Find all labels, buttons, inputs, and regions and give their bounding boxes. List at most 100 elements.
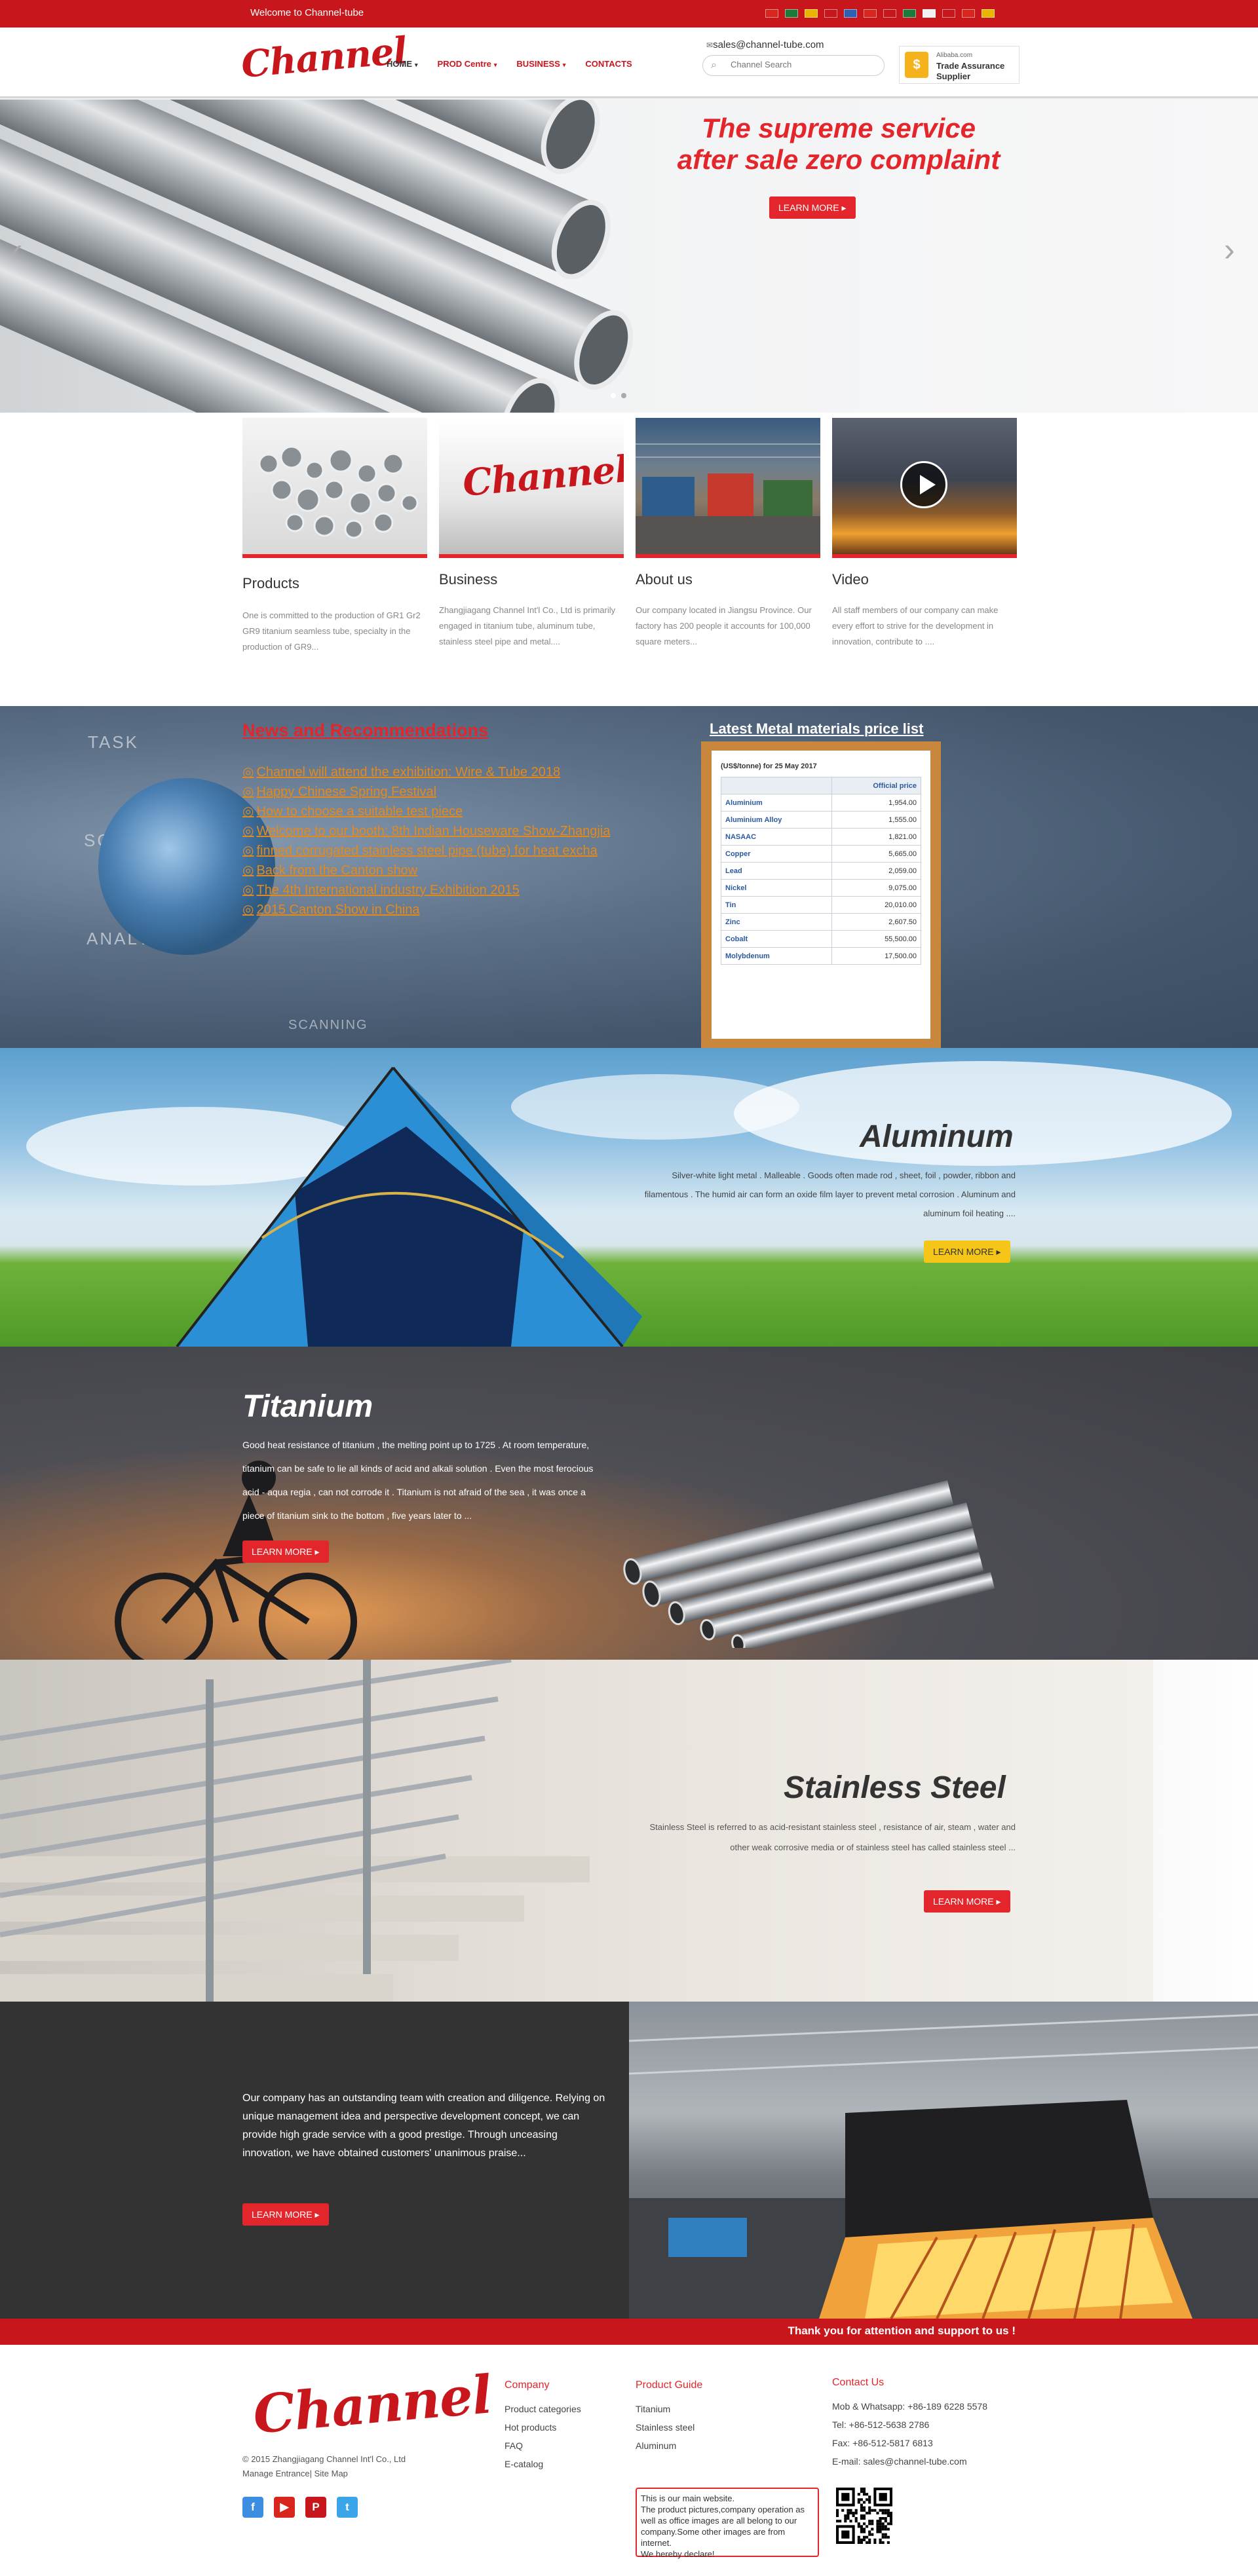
welcome-text: Welcome to Channel-tube — [250, 7, 364, 18]
bg-word: SCANNING — [288, 1018, 368, 1032]
flag-icon[interactable] — [765, 9, 778, 18]
metal-price: 2,607.50 — [831, 913, 921, 931]
table-row: Aluminium Alloy 1,555.00 — [720, 811, 921, 829]
news-title: News and Recommendations — [242, 720, 489, 740]
flag-icon[interactable] — [883, 9, 896, 18]
nav-home[interactable]: HOME ▾ — [387, 59, 418, 69]
play-icon[interactable] — [900, 461, 947, 508]
footer-link[interactable]: Stainless steel — [636, 2418, 702, 2436]
twitter-icon[interactable]: t — [337, 2497, 358, 2518]
footer-company-column: Company Product categories Hot products FA… — [505, 2376, 581, 2473]
news-item[interactable]: ◎ Back from the Canton show — [242, 861, 610, 880]
flag-icon[interactable] — [923, 9, 936, 18]
metal-price: 1,821.00 — [831, 828, 921, 846]
youtube-icon[interactable]: ▶ — [274, 2497, 295, 2518]
main-nav: HOME ▾ PROD Centre ▾ BUSINESS ▾ CONTACTS — [387, 59, 632, 69]
search-icon[interactable]: ⌕ — [711, 60, 717, 71]
bullet-icon: ◎ — [242, 903, 254, 917]
chevron-down-icon: ▾ — [562, 62, 566, 68]
card-title[interactable]: Products — [242, 575, 299, 592]
footer-link[interactable]: Product categories — [505, 2400, 581, 2418]
metal-price: 1,555.00 — [831, 811, 921, 829]
flag-icon[interactable] — [962, 9, 975, 18]
news-item[interactable]: ◎ Happy Chinese Spring Festival — [242, 782, 610, 802]
thanks-text: Thank you for attention and support to u… — [788, 2324, 1016, 2337]
news-item[interactable]: ◎ finned corrugated stainless steel pipe … — [242, 841, 610, 861]
language-flags[interactable] — [765, 9, 995, 18]
aluminum-learn-more-button[interactable]: LEARN MORE ▸ — [924, 1241, 1010, 1263]
news-item-text: Channel will attend the exhibition: Wire… — [256, 765, 561, 779]
bg-word: TASK — [88, 732, 139, 752]
footer-disclaimer: This is our main website. The product pi… — [636, 2488, 819, 2559]
hero-headline: The supreme service after sale zero comp… — [609, 113, 1068, 176]
footer-heading: Company — [505, 2380, 550, 2391]
card-text: One is committed to the production of GR… — [242, 610, 421, 652]
price-board: (US$/tonne) for 25 May 2017 Official pri… — [701, 741, 941, 1048]
table-row: Zinc 2,607.50 — [720, 913, 921, 931]
metal-name: Aluminium — [720, 794, 833, 812]
metal-price: 55,500.00 — [831, 930, 921, 948]
carousel-prev-icon[interactable]: ‹ — [12, 231, 23, 269]
header-email[interactable]: ✉sales@channel-tube.com — [706, 39, 824, 50]
titanium-learn-more-button[interactable]: LEARN MORE ▸ — [242, 1540, 329, 1563]
flag-icon[interactable] — [844, 9, 857, 18]
hero-headline-line2: after sale zero complaint — [677, 144, 1001, 175]
news-item[interactable]: ◎ 2015 Canton Show in China — [242, 900, 610, 920]
card-accent-bar — [636, 554, 820, 558]
trade-assurance-badge[interactable]: $ Alibaba.com Trade Assurance Supplier — [899, 46, 1020, 84]
table-row: Cobalt 55,500.00 — [720, 930, 921, 948]
news-item[interactable]: ◎ Channel will attend the exhibition: Wir… — [242, 762, 610, 782]
footer-contact-column: Contact Us Mob & Whatsapp: +86-189 6228 … — [832, 2374, 987, 2471]
nav-prod-centre[interactable]: PROD Centre ▾ — [438, 59, 497, 69]
flag-icon[interactable] — [864, 9, 877, 18]
business-logo: Channel — [461, 447, 624, 505]
facebook-icon[interactable]: f — [242, 2497, 263, 2518]
footer-link[interactable]: FAQ — [505, 2436, 581, 2455]
stainless-text: Stainless Steel is referred to as acid-r… — [649, 1822, 1016, 1852]
bullet-icon: ◎ — [242, 804, 254, 819]
trade-line1: Alibaba.com — [936, 52, 973, 59]
news-item[interactable]: ◎ The 4th International industry Exhibiti… — [242, 880, 610, 900]
table-row: Tin 20,010.00 — [720, 896, 921, 914]
news-list: ◎ Channel will attend the exhibition: Wir… — [242, 762, 610, 920]
search-input[interactable] — [731, 60, 875, 69]
carousel-dot[interactable] — [621, 393, 626, 398]
footer-link[interactable]: Titanium — [636, 2400, 702, 2418]
card-title[interactable]: Business — [439, 571, 497, 588]
footer-link[interactable]: E-catalog — [505, 2455, 581, 2473]
stainless-learn-more-button[interactable]: LEARN MORE ▸ — [924, 1890, 1010, 1913]
metal-name: Tin — [720, 896, 833, 914]
footer-logo[interactable]: Channel — [251, 2363, 494, 2445]
news-item[interactable]: ◎ How to choose a suitable test piece — [242, 802, 610, 821]
metal-name: Molybdenum — [720, 947, 833, 965]
stainless-section: Stainless Steel Stainless Steel is refer… — [0, 1660, 1258, 2002]
metal-name: Nickel — [720, 879, 833, 897]
footer-link: E-mail: sales@channel-tube.com — [832, 2456, 967, 2467]
flag-icon[interactable] — [805, 9, 818, 18]
footer-links[interactable]: Manage Entrance| Site Map — [242, 2467, 406, 2481]
flag-icon[interactable] — [824, 9, 837, 18]
footer-link[interactable]: Hot products — [505, 2418, 581, 2436]
nav-contacts[interactable]: CONTACTS — [585, 59, 632, 69]
news-item[interactable]: ◎ Welcome to our booth: 8th Indian Housew… — [242, 821, 610, 841]
carousel-dots[interactable] — [611, 393, 626, 398]
flag-icon[interactable] — [982, 9, 995, 18]
nav-prod-centre-label: PROD Centre — [437, 59, 491, 69]
search-box[interactable]: ⌕ — [702, 55, 885, 76]
carousel-dot[interactable] — [611, 393, 616, 398]
flag-icon[interactable] — [942, 9, 955, 18]
footer-link[interactable]: Aluminum — [636, 2436, 702, 2455]
card-title[interactable]: About us — [636, 571, 693, 588]
flag-icon[interactable] — [785, 9, 798, 18]
footer-link: Fax: +86-512-5817 6813 — [832, 2438, 933, 2448]
pinterest-icon[interactable]: P — [305, 2497, 326, 2518]
hero-learn-more-button[interactable]: LEARN MORE ▸ — [769, 196, 856, 219]
video-thumbnail[interactable] — [832, 418, 1017, 554]
company-learn-more-button[interactable]: LEARN MORE ▸ — [242, 2203, 329, 2226]
card-title[interactable]: Video — [832, 571, 869, 588]
furnace-photo — [629, 2013, 1258, 2319]
flag-icon[interactable] — [903, 9, 916, 18]
carousel-next-icon[interactable]: › — [1224, 231, 1235, 269]
nav-business-label: BUSINESS — [516, 59, 560, 69]
nav-business[interactable]: BUSINESS ▾ — [516, 59, 565, 69]
